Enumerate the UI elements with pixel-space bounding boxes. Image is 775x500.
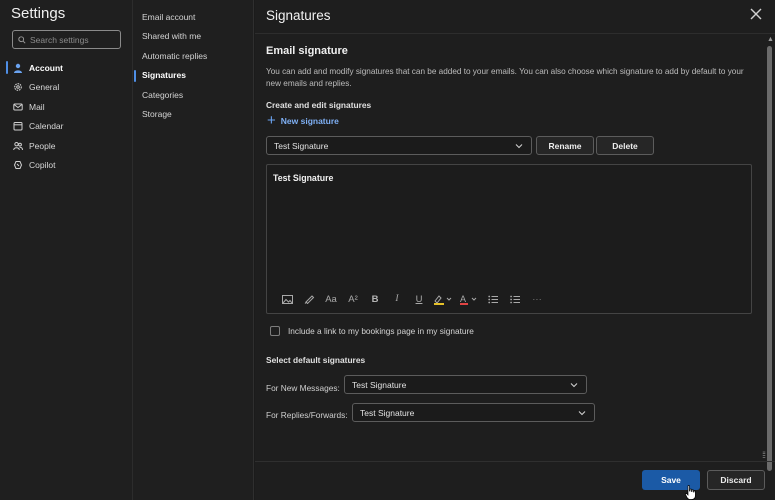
subnav-shared-with-me[interactable]: Shared with me xyxy=(133,27,253,47)
nav-item-label: Mail xyxy=(29,101,45,112)
mail-icon xyxy=(13,102,23,112)
hand-cursor-icon xyxy=(685,485,696,500)
default-signatures-heading: Select default signatures xyxy=(266,355,366,365)
nav-item-account[interactable]: Account xyxy=(0,58,132,78)
signature-editor[interactable]: Test Signature Aa A² B I U A ··· xyxy=(266,164,752,314)
signatures-panel: Signatures Email signature You can add a… xyxy=(255,0,775,500)
nav-item-label: General xyxy=(29,82,60,93)
signature-select-value: Test Signature xyxy=(274,140,329,151)
replies-forwards-select-value: Test Signature xyxy=(360,407,415,418)
search-input[interactable] xyxy=(30,34,115,45)
section-heading: Email signature xyxy=(266,45,348,57)
more-options-icon[interactable]: ··· xyxy=(526,292,548,306)
bold-icon[interactable]: B xyxy=(364,292,386,306)
replies-forwards-select[interactable]: Test Signature xyxy=(352,403,595,422)
subnav-automatic-replies[interactable]: Automatic replies xyxy=(133,46,253,66)
settings-nav-pane: Settings Account General Mail xyxy=(0,0,133,500)
scroll-up-arrow-icon[interactable]: ▲ xyxy=(767,36,774,43)
person-icon xyxy=(13,63,23,73)
people-icon xyxy=(13,141,23,151)
signature-editor-content[interactable]: Test Signature xyxy=(273,173,333,183)
section-description: You can add and modify signatures that c… xyxy=(266,67,744,88)
subnav-categories[interactable]: Categories xyxy=(133,85,253,105)
italic-icon[interactable]: I xyxy=(386,292,408,306)
rename-button[interactable]: Rename xyxy=(536,136,594,155)
superscript-icon[interactable]: A² xyxy=(342,292,364,306)
close-icon[interactable] xyxy=(749,7,763,21)
insert-picture-icon[interactable] xyxy=(276,292,298,306)
search-box[interactable] xyxy=(12,30,121,49)
delete-button[interactable]: Delete xyxy=(596,136,654,155)
search-icon xyxy=(18,31,26,49)
account-subnav-pane: Email account Shared with me Automatic r… xyxy=(133,0,254,500)
nav-item-label: Copilot xyxy=(29,160,56,171)
formatting-toolbar: Aa A² B I U A ··· xyxy=(276,292,548,306)
new-messages-select-value: Test Signature xyxy=(352,379,407,390)
scroll-thumb[interactable] xyxy=(767,46,772,471)
font-size-decrease-icon[interactable]: Aa xyxy=(320,292,342,306)
nav-item-label: Account xyxy=(29,62,63,73)
bookings-checkbox[interactable] xyxy=(270,326,280,336)
panel-title: Signatures xyxy=(266,8,331,23)
subnav-email-account[interactable]: Email account xyxy=(133,7,253,27)
replies-forwards-label: For Replies/Forwards: xyxy=(266,410,348,420)
settings-title: Settings xyxy=(11,5,66,22)
numbered-list-icon[interactable] xyxy=(504,292,526,306)
underline-icon[interactable]: U xyxy=(408,292,430,306)
footer-divider xyxy=(255,461,775,462)
subnav-storage[interactable]: Storage xyxy=(133,105,253,125)
bookings-checkbox-row[interactable]: Include a link to my bookings page in my… xyxy=(270,326,474,336)
chevron-down-icon xyxy=(515,142,523,150)
format-painter-icon[interactable] xyxy=(298,292,320,306)
nav-item-people[interactable]: People xyxy=(0,136,132,156)
copilot-icon xyxy=(13,160,23,170)
nav-item-label: People xyxy=(29,140,56,151)
gear-icon xyxy=(13,82,23,92)
settings-nav: Account General Mail Calendar People Cop… xyxy=(0,58,132,175)
subnav-signatures[interactable]: Signatures xyxy=(133,66,253,86)
signature-select[interactable]: Test Signature xyxy=(266,136,532,155)
bookings-checkbox-label: Include a link to my bookings page in my… xyxy=(288,326,474,336)
new-signature-label: New signature xyxy=(280,116,339,126)
font-color-icon[interactable]: A xyxy=(456,292,482,306)
nav-item-copilot[interactable]: Copilot xyxy=(0,156,132,176)
nav-item-calendar[interactable]: Calendar xyxy=(0,117,132,137)
new-signature-button[interactable]: + New signature xyxy=(267,112,339,129)
svg-text:A: A xyxy=(460,294,466,304)
account-subnav: Email account Shared with me Automatic r… xyxy=(133,7,253,124)
nav-item-general[interactable]: General xyxy=(0,78,132,98)
bullet-list-icon[interactable] xyxy=(482,292,504,306)
create-edit-heading: Create and edit signatures xyxy=(266,100,372,110)
nav-item-mail[interactable]: Mail xyxy=(0,97,132,117)
new-messages-select[interactable]: Test Signature xyxy=(344,375,587,394)
plus-icon: + xyxy=(267,112,276,129)
panel-scrollbar[interactable]: ▲ xyxy=(765,36,775,471)
discard-button[interactable]: Discard xyxy=(707,470,765,490)
new-messages-label: For New Messages: xyxy=(266,383,340,393)
resize-grip-icon[interactable]: ⁞⁞ xyxy=(762,450,766,460)
calendar-icon xyxy=(13,121,23,131)
nav-item-label: Calendar xyxy=(29,121,64,132)
chevron-down-icon xyxy=(578,409,586,417)
chevron-down-icon xyxy=(570,381,578,389)
header-divider xyxy=(255,33,775,34)
highlight-icon[interactable] xyxy=(430,292,456,306)
